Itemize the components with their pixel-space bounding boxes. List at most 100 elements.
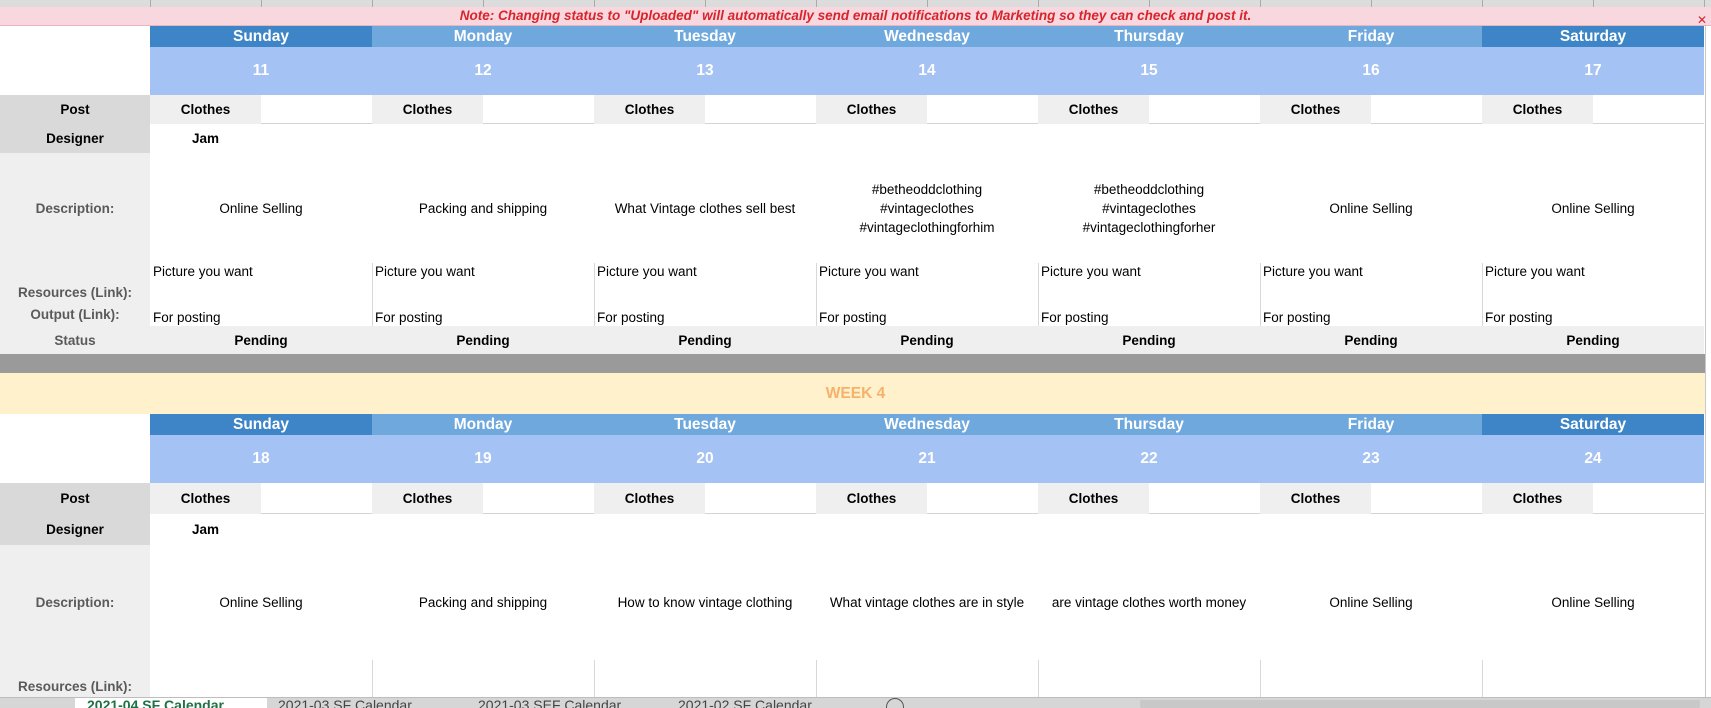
description-cell[interactable]: Online Selling [1482, 153, 1704, 263]
date-cell[interactable]: 18 [150, 435, 372, 483]
description-cell[interactable]: #betheoddclothing #vintageclothes #vintage… [816, 153, 1038, 263]
post-type-cell[interactable]: Clothes [1482, 95, 1593, 124]
date-cell[interactable]: 12 [372, 47, 594, 95]
resources-link-cell[interactable]: Picture you want [816, 263, 1038, 279]
output-link-cell[interactable]: For posting [1482, 309, 1704, 326]
post-type-cell[interactable]: Clothes [594, 95, 705, 124]
date-cell[interactable]: 22 [1038, 435, 1260, 483]
description-cell[interactable]: Online Selling [1482, 545, 1704, 660]
day-header-friday[interactable]: Friday [1260, 414, 1482, 435]
description-cell[interactable]: Packing and shipping [372, 153, 594, 263]
post-type-cell[interactable]: Clothes [1260, 483, 1371, 514]
post-type-cell[interactable]: Clothes [816, 483, 927, 514]
status-cell[interactable]: Pending [150, 326, 372, 354]
output-link-cell[interactable]: For posting [372, 309, 594, 326]
status-cell[interactable]: Pending [1038, 326, 1260, 354]
resources-link-cell[interactable]: Picture you want [1038, 263, 1260, 279]
post-type-cell[interactable]: Clothes [816, 95, 927, 124]
date-cell[interactable]: 24 [1482, 435, 1704, 483]
description-cell[interactable]: Online Selling [1260, 153, 1482, 263]
post-type-cell[interactable]: Clothes [594, 483, 705, 514]
post-dropdown-cell[interactable] [1371, 95, 1482, 124]
post-type-cell[interactable]: Clothes [1260, 95, 1371, 124]
designer-cell[interactable]: Jam [150, 514, 261, 545]
resources-label: Resources (Link): [0, 660, 150, 697]
resources-link-cell[interactable]: Picture you want [1482, 263, 1704, 279]
description-line: How to know vintage clothing [617, 595, 793, 610]
post-dropdown-cell[interactable] [927, 95, 1038, 124]
output-link-cell[interactable]: For posting [1260, 309, 1482, 326]
date-cell[interactable]: 15 [1038, 47, 1260, 95]
post-type-cell[interactable]: Clothes [1038, 95, 1149, 124]
date-cell[interactable]: 21 [816, 435, 1038, 483]
resources-link-cell[interactable]: Picture you want [372, 263, 594, 279]
day-header-friday[interactable]: Friday [1260, 26, 1482, 47]
output-link-cell[interactable]: For posting [816, 309, 1038, 326]
date-cell[interactable]: 17 [1482, 47, 1704, 95]
description-cell[interactable]: #betheoddclothing #vintageclothes #vintage… [1038, 153, 1260, 263]
post-dropdown-cell[interactable] [1371, 483, 1482, 514]
vertical-scrollbar[interactable] [1705, 26, 1711, 697]
post-dropdown-cell[interactable] [483, 95, 594, 124]
day-header-wednesday[interactable]: Wednesday [816, 414, 1038, 435]
date-cell[interactable]: 13 [594, 47, 816, 95]
description-cell[interactable]: Online Selling [1260, 545, 1482, 660]
post-type-cell[interactable]: Clothes [372, 483, 483, 514]
day-header-tuesday[interactable]: Tuesday [594, 26, 816, 47]
date-cell[interactable]: 16 [1260, 47, 1482, 95]
post-dropdown-cell[interactable] [261, 95, 372, 124]
day-header-monday[interactable]: Monday [372, 414, 594, 435]
resources-link-cell[interactable]: Picture you want [594, 263, 816, 279]
post-dropdown-cell[interactable] [1149, 95, 1260, 124]
post-type-cell[interactable]: Clothes [1038, 483, 1149, 514]
post-dropdown-cell[interactable] [1149, 483, 1260, 514]
post-dropdown-cell[interactable] [483, 483, 594, 514]
description-cell[interactable]: How to know vintage clothing [594, 545, 816, 660]
post-dropdown-cell[interactable] [705, 95, 816, 124]
status-cell[interactable]: Pending [372, 326, 594, 354]
date-cell[interactable]: 20 [594, 435, 816, 483]
resources-link-cell[interactable]: Picture you want [150, 263, 372, 279]
resources-link-cell[interactable]: Picture you want [1260, 263, 1482, 279]
day-header-thursday[interactable]: Thursday [1038, 414, 1260, 435]
day-header-tuesday[interactable]: Tuesday [594, 414, 816, 435]
output-link-cell[interactable]: For posting [150, 309, 372, 326]
day-header-sunday[interactable]: Sunday [150, 26, 372, 47]
status-cell[interactable]: Pending [816, 326, 1038, 354]
post-type-cell[interactable]: Clothes [150, 483, 261, 514]
post-type-cell[interactable]: Clothes [372, 95, 483, 124]
column-divider [150, 0, 151, 7]
output-link-cell[interactable]: For posting [594, 309, 816, 326]
post-dropdown-cell[interactable] [1593, 95, 1704, 124]
day-header-wednesday[interactable]: Wednesday [816, 26, 1038, 47]
status-cell[interactable]: Pending [1482, 326, 1704, 354]
description-cell[interactable]: Online Selling [150, 153, 372, 263]
day-header-saturday[interactable]: Saturday [1482, 414, 1704, 435]
date-cell[interactable]: 11 [150, 47, 372, 95]
description-cell[interactable]: are vintage clothes worth money [1038, 545, 1260, 660]
day-header-thursday[interactable]: Thursday [1038, 26, 1260, 47]
post-dropdown-cell[interactable] [705, 483, 816, 514]
designer-cell[interactable]: Jam [150, 124, 261, 153]
post-type-cell[interactable]: Clothes [1482, 483, 1593, 514]
day-header-saturday[interactable]: Saturday [1482, 26, 1704, 47]
day-header-sunday[interactable]: Sunday [150, 414, 372, 435]
description-cell[interactable]: What vintage clothes are in style [816, 545, 1038, 660]
status-cell[interactable]: Pending [594, 326, 816, 354]
description-cell[interactable]: Online Selling [150, 545, 372, 660]
date-cell[interactable]: 23 [1260, 435, 1482, 483]
post-type-cell[interactable]: Clothes [150, 95, 261, 124]
week-4-banner[interactable]: WEEK 4 [0, 373, 1711, 414]
date-cell[interactable]: 19 [372, 435, 594, 483]
day-header-monday[interactable]: Monday [372, 26, 594, 47]
output-link-cell[interactable]: For posting [1038, 309, 1260, 326]
post-dropdown-cell[interactable] [927, 483, 1038, 514]
date-cell[interactable]: 14 [816, 47, 1038, 95]
resources-label-text: Resources (Link): [17, 285, 133, 300]
description-cell[interactable]: Packing and shipping [372, 545, 594, 660]
status-cell[interactable]: Pending [1260, 326, 1482, 354]
post-dropdown-cell[interactable] [1593, 483, 1704, 514]
description-cell[interactable]: What Vintage clothes sell best [594, 153, 816, 263]
post-dropdown-cell[interactable] [261, 483, 372, 514]
status-label: Status [0, 326, 150, 354]
